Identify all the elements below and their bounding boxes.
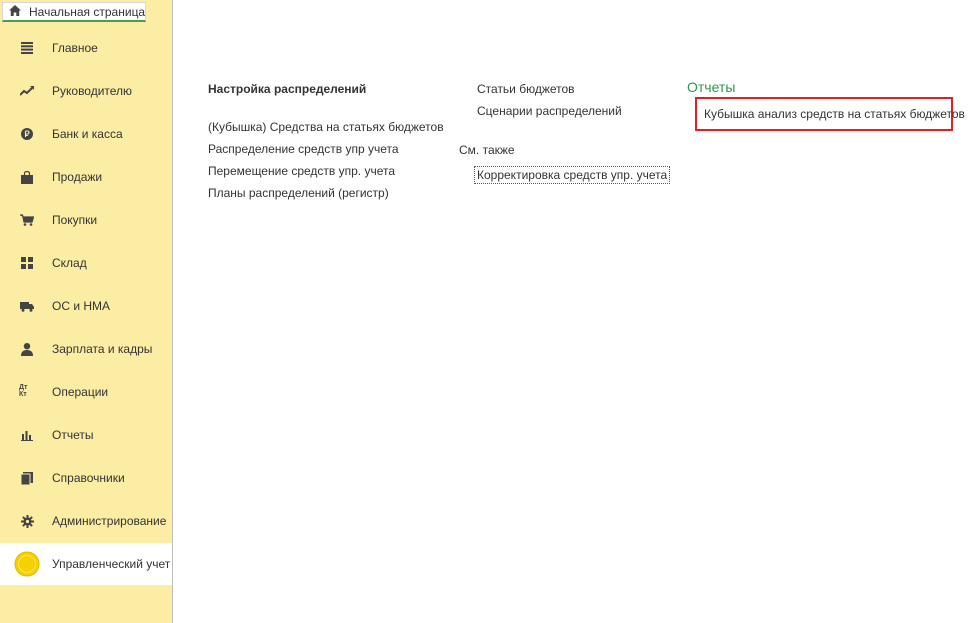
person-icon: [19, 341, 35, 357]
sidebar-item-main[interactable]: Главное: [0, 29, 172, 67]
sidebar-item-label: Банк и касса: [52, 127, 123, 141]
dt-kt-glyph: Дт Кт: [19, 384, 28, 398]
gear-icon: [19, 513, 35, 529]
main-content: Настройка распределений (Кубышка) Средст…: [173, 0, 974, 623]
sidebar-item-fixed-assets[interactable]: ОС и НМА: [0, 287, 172, 325]
books-icon: [19, 470, 35, 486]
sidebar-item-label: Управленческий учет: [52, 557, 171, 571]
sidebar-item-operations[interactable]: Дт Кт Операции: [0, 373, 172, 411]
sidebar-item-label: Справочники: [52, 471, 125, 485]
sidebar-item-administration[interactable]: Администрирование: [0, 502, 172, 540]
trend-icon: [19, 83, 35, 99]
sidebar-item-management-accounting[interactable]: Управленческий учет: [0, 543, 172, 585]
tab-bar: Начальная страница: [0, 0, 172, 24]
sidebar-item-bank[interactable]: Банк и касса: [0, 115, 172, 153]
sidebar-item-label: Покупки: [52, 213, 98, 227]
bar-chart-icon: [19, 427, 35, 443]
link-movement[interactable]: Перемещение средств упр. учета: [208, 164, 395, 178]
ruble-coin-icon: [19, 126, 35, 142]
sidebar-item-label: ОС и НМА: [52, 299, 111, 313]
sidebar-item-label: Администрирование: [52, 514, 167, 528]
sidebar-item-warehouse[interactable]: Склад: [0, 244, 172, 282]
sidebar-item-label: Руководителю: [52, 84, 133, 98]
warehouse-grid-icon: [19, 255, 35, 271]
sidebar-item-salary[interactable]: Зарплата и кадры: [0, 330, 172, 368]
link-budget-items[interactable]: Статьи бюджетов: [477, 82, 575, 96]
sidebar-item-purchases[interactable]: Покупки: [0, 201, 172, 239]
section-heading: Настройка распределений: [208, 82, 367, 96]
link-funds-adjustment[interactable]: Корректировка средств упр. учета: [474, 166, 671, 184]
sidebar-item-label: Отчеты: [52, 428, 94, 442]
cart-icon: [19, 212, 35, 228]
sidebar-item-label: Зарплата и кадры: [52, 342, 153, 356]
tab-home[interactable]: Начальная страница: [2, 2, 146, 22]
sidebar-item-label: Продажи: [52, 170, 103, 184]
reports-title: Отчеты: [687, 79, 736, 95]
see-also-label: См. также: [459, 143, 515, 157]
sidebar-item-label: Операции: [52, 385, 109, 399]
sidebar-item-sales[interactable]: Продажи: [0, 158, 172, 196]
sidebar: Главное Руководителю Банк и касса Продаж…: [0, 24, 172, 623]
sidebar-item-reports[interactable]: Отчеты: [0, 416, 172, 454]
shopping-bag-icon: [19, 169, 35, 185]
yellow-circle-icon: [14, 551, 40, 577]
link-distribution-plans[interactable]: Планы распределений (регистр): [208, 186, 389, 200]
link-budget-analysis-report[interactable]: Кубышка анализ средств на статьях бюджет…: [704, 107, 965, 121]
menu-lines-icon: [19, 40, 35, 56]
dt-kt-icon: Дт Кт: [19, 384, 35, 400]
sidebar-item-directories[interactable]: Справочники: [0, 459, 172, 497]
tab-home-label: Начальная страница: [29, 4, 146, 19]
home-icon: [9, 4, 21, 19]
sidebar-item-label: Склад: [52, 256, 87, 270]
sidebar-item-label: Главное: [52, 41, 98, 55]
link-distribution[interactable]: Распределение средств упр учета: [208, 142, 399, 156]
link-budget-funds[interactable]: (Кубышка) Средства на статьях бюджетов: [208, 120, 444, 134]
link-distribution-scenarios[interactable]: Сценарии распределений: [477, 104, 622, 118]
sidebar-item-manager[interactable]: Руководителю: [0, 72, 172, 110]
truck-icon: [19, 298, 35, 314]
